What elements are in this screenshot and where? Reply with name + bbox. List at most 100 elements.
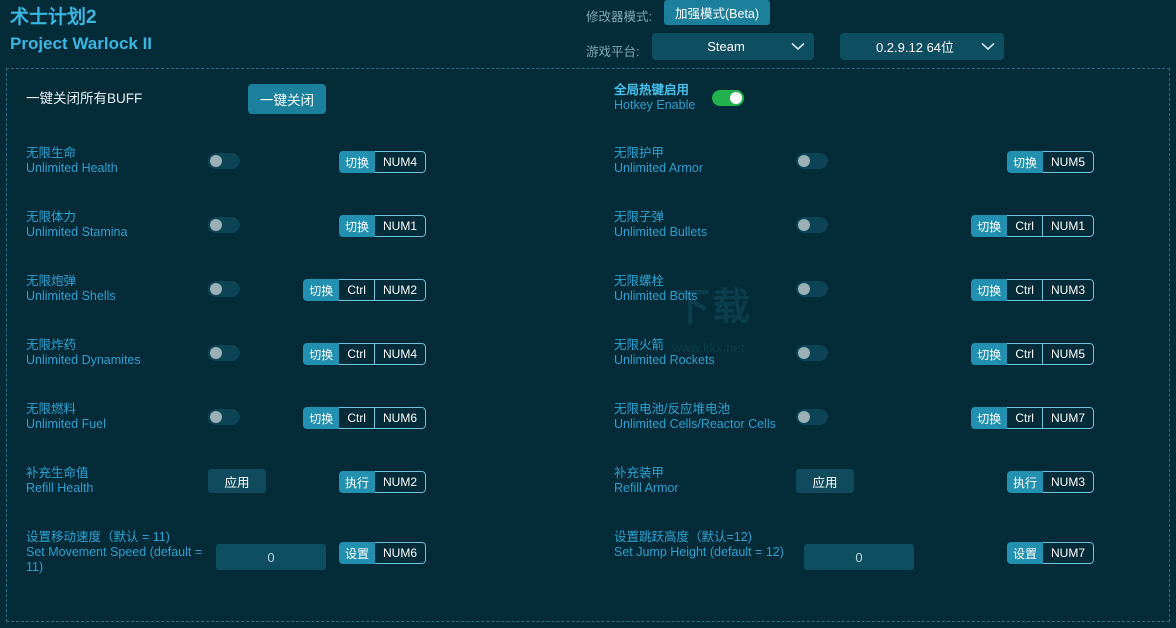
hotkey-badge[interactable]: 切换 Ctrl NUM7	[971, 407, 1094, 429]
option-toggle[interactable]	[796, 217, 828, 233]
option-label-cn: 无限电池/反应堆电池	[614, 402, 730, 416]
hotkey-badge[interactable]: 切换 NUM1	[338, 215, 426, 237]
option-label-cn: 无限体力	[26, 210, 77, 224]
option-label-cn: 无限子弹	[614, 210, 665, 224]
option-label: 无限电池/反应堆电池 Unlimited Cells/Reactor Cells	[614, 402, 792, 432]
hotkey-key: NUM2	[374, 279, 426, 301]
option-label: 无限生命 Unlimited Health	[26, 146, 204, 176]
apply-button[interactable]: 应用	[208, 469, 266, 493]
hotkey-key: NUM6	[374, 542, 426, 564]
page-title-en: Project Warlock II	[10, 34, 153, 53]
value-input[interactable]	[804, 544, 914, 570]
hotkey-action-label: 切换	[1006, 151, 1043, 173]
mode-label: 修改器模式:	[586, 10, 652, 24]
value-input[interactable]	[216, 544, 326, 570]
hotkey-action-label: 切换	[303, 407, 340, 429]
hotkey-badge[interactable]: 执行 NUM2	[338, 471, 426, 493]
option-label-cn: 无限火箭	[614, 338, 665, 352]
option-toggle[interactable]	[208, 217, 240, 233]
toggle-knob	[210, 411, 222, 423]
option-row: 无限燃料 Unlimited Fuel 切换 Ctrl NUM6	[0, 402, 588, 450]
option-toggle[interactable]	[796, 153, 828, 169]
hotkey-badge[interactable]: 切换 NUM4	[338, 151, 426, 173]
option-label-en: Set Jump Height (default = 12)	[614, 545, 784, 559]
close-all-buffs-button[interactable]: 一键关闭	[248, 84, 326, 114]
hotkey-keys: Ctrl NUM3	[1007, 279, 1094, 301]
hotkey-badge[interactable]: 执行 NUM3	[1006, 471, 1094, 493]
option-label: 无限炸药 Unlimited Dynamites	[26, 338, 204, 368]
hotkey-key: Ctrl	[339, 407, 375, 429]
hotkey-key: NUM5	[1042, 343, 1094, 365]
option-row: 补充装甲 Refill Armor 应用 执行 NUM3	[588, 466, 1176, 514]
option-row: 无限螺栓 Unlimited Bolts 切换 Ctrl NUM3	[588, 274, 1176, 322]
hotkey-key: NUM4	[374, 151, 426, 173]
toggle-knob	[798, 411, 810, 423]
hotkey-badge[interactable]: 切换 Ctrl NUM2	[303, 279, 426, 301]
hotkey-badge[interactable]: 设置 NUM7	[1006, 542, 1094, 564]
option-row: 无限护甲 Unlimited Armor 切换 NUM5	[588, 146, 1176, 194]
hotkey-badge[interactable]: 切换 Ctrl NUM1	[971, 215, 1094, 237]
option-label-en: Unlimited Bolts	[614, 289, 698, 303]
option-label: 补充生命值 Refill Health	[26, 466, 204, 496]
platform-select[interactable]: Steam	[652, 33, 814, 60]
close-all-buffs-label: 一键关闭所有BUFF	[26, 91, 143, 106]
option-label-cn: 无限生命	[26, 146, 77, 160]
option-toggle[interactable]	[208, 345, 240, 361]
option-label-en: Unlimited Fuel	[26, 417, 106, 431]
option-toggle[interactable]	[796, 281, 828, 297]
hotkey-keys: Ctrl NUM2	[339, 279, 426, 301]
hotkey-badge[interactable]: 切换 Ctrl NUM5	[971, 343, 1094, 365]
hotkey-key: NUM2	[374, 471, 426, 493]
option-toggle[interactable]	[208, 409, 240, 425]
hotkey-enable-toggle[interactable]	[712, 90, 744, 106]
hotkey-action-label: 切换	[971, 343, 1008, 365]
hotkey-key: NUM5	[1042, 151, 1094, 173]
option-row: 无限火箭 Unlimited Rockets 切换 Ctrl NUM5	[588, 338, 1176, 386]
hotkey-action-label: 切换	[971, 215, 1008, 237]
toggle-knob	[798, 155, 810, 167]
hotkey-keys: Ctrl NUM7	[1007, 407, 1094, 429]
option-toggle[interactable]	[796, 409, 828, 425]
chevron-down-icon	[972, 42, 1004, 51]
hotkey-keys: Ctrl NUM5	[1007, 343, 1094, 365]
hotkey-key: NUM1	[374, 215, 426, 237]
toggle-knob	[798, 219, 810, 231]
hotkey-key: Ctrl	[1007, 279, 1043, 301]
option-label-cn: 无限螺栓	[614, 274, 665, 288]
option-label-en: Unlimited Shells	[26, 289, 116, 303]
option-toggle[interactable]	[208, 281, 240, 297]
hotkey-badge[interactable]: 设置 NUM6	[338, 542, 426, 564]
option-label-cn: 无限燃料	[26, 402, 77, 416]
option-label-en: Unlimited Armor	[614, 161, 703, 175]
option-label: 设置移动速度（默认 = 11) Set Movement Speed (defau…	[26, 530, 204, 575]
hotkey-badge[interactable]: 切换 Ctrl NUM3	[971, 279, 1094, 301]
toggle-knob	[210, 283, 222, 295]
hotkey-badge[interactable]: 切换 Ctrl NUM4	[303, 343, 426, 365]
option-label: 无限体力 Unlimited Stamina	[26, 210, 204, 240]
option-label-en: Unlimited Cells/Reactor Cells	[614, 417, 776, 431]
option-label-en: Unlimited Rockets	[614, 353, 715, 367]
option-row: 无限炸药 Unlimited Dynamites 切换 Ctrl NUM4	[0, 338, 588, 386]
hotkey-keys: NUM1	[374, 215, 426, 237]
hotkey-enable-label-cn: 全局热键启用	[614, 83, 690, 97]
hotkey-key: NUM7	[1042, 542, 1094, 564]
option-toggle[interactable]	[208, 153, 240, 169]
hotkey-keys: Ctrl NUM6	[339, 407, 426, 429]
apply-button[interactable]: 应用	[796, 469, 854, 493]
option-label: 补充装甲 Refill Armor	[614, 466, 792, 496]
hotkey-key: NUM4	[374, 343, 426, 365]
toggle-knob	[798, 347, 810, 359]
mode-button[interactable]: 加强模式(Beta)	[664, 0, 771, 25]
version-select[interactable]: 0.2.9.12 64位	[840, 33, 1004, 60]
hotkey-badge[interactable]: 切换 NUM5	[1006, 151, 1094, 173]
toggle-knob	[210, 219, 222, 231]
option-label: 无限火箭 Unlimited Rockets	[614, 338, 792, 368]
option-toggle[interactable]	[796, 345, 828, 361]
hotkey-action-label: 切换	[971, 279, 1008, 301]
hotkey-keys: NUM4	[374, 151, 426, 173]
hotkey-keys: NUM3	[1042, 471, 1094, 493]
option-label-cn: 无限炸药	[26, 338, 77, 352]
hotkey-badge[interactable]: 切换 Ctrl NUM6	[303, 407, 426, 429]
option-row: 无限电池/反应堆电池 Unlimited Cells/Reactor Cells 切…	[588, 402, 1176, 450]
hotkey-enable-label-en: Hotkey Enable	[614, 98, 696, 112]
